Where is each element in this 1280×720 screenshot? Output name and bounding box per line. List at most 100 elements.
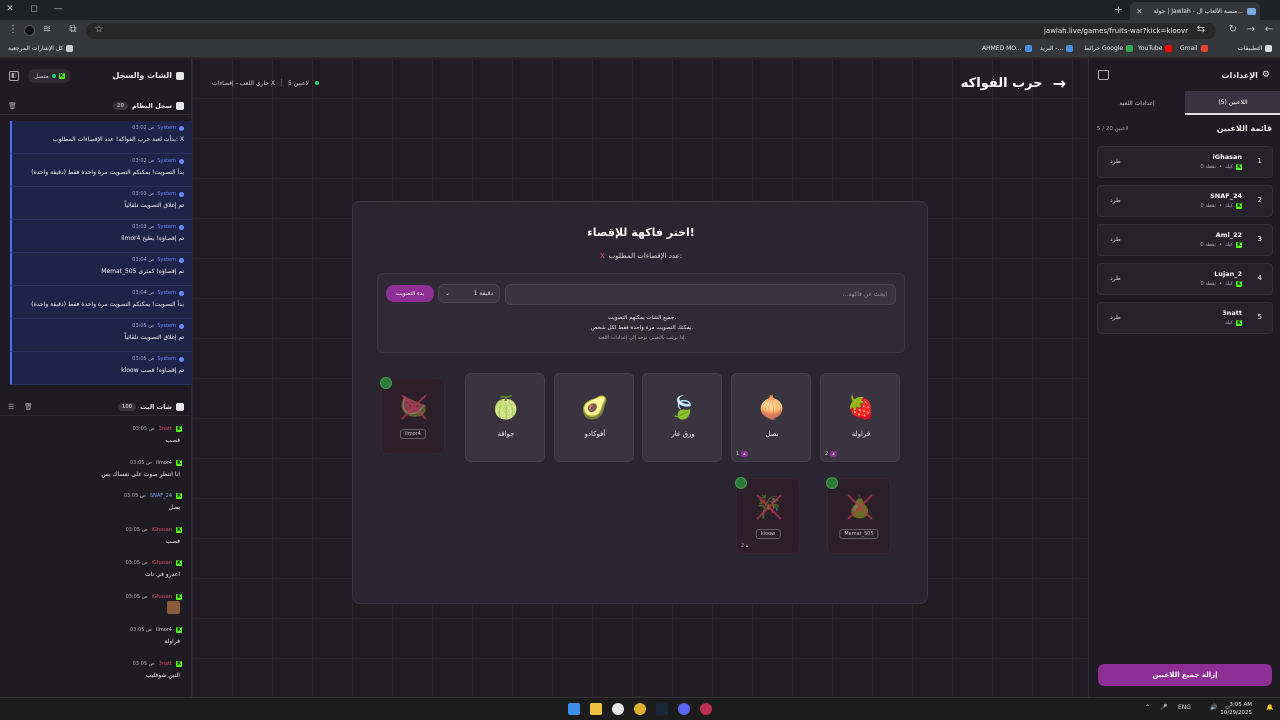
maximize-window-icon[interactable]: ◻ — [28, 4, 40, 14]
forward-icon[interactable]: → — [1244, 24, 1258, 35]
clear-chat-icon[interactable]: 🗑 — [24, 403, 33, 411]
fruit-card[interactable]: 🍈 جوافة — [465, 373, 545, 462]
bookmarks-bar: كل الإشارات المرجعية التطبيقات Gmail You… — [0, 42, 1280, 58]
bookmark-ahmed[interactable]: AHMED MO... — [982, 45, 1032, 52]
log-meta: 03:02 ص System — [132, 125, 184, 131]
fruit-name: ورق غار — [671, 430, 695, 438]
new-tab-button[interactable]: + — [1114, 3, 1123, 16]
settings-title: الإعدادات ⚙ — [1222, 70, 1271, 80]
tab-game-settings[interactable]: إعدادات اللعبة — [1089, 91, 1185, 115]
bookmark-gmail[interactable]: Gmail — [1180, 45, 1208, 52]
log-entry: 03:02 ص System بدأت لعبة حرب الفواكه! عدد … — [10, 121, 192, 154]
steam-icon[interactable] — [656, 703, 668, 715]
tab-favicon-icon — [1247, 7, 1256, 15]
back-arrow-icon[interactable]: → — [1053, 74, 1066, 93]
kick-player-button[interactable]: طرد — [1110, 314, 1121, 321]
collapse-panel-icon[interactable]: ◧ — [9, 71, 19, 81]
microphone-icon[interactable]: 🎤 — [1160, 704, 1167, 711]
kick-logo-icon: K — [1236, 203, 1242, 209]
fruit-card[interactable]: 🍓 فراولة 2 ▴ — [820, 373, 900, 462]
player-rank: 1 — [1257, 157, 1262, 165]
address-bar[interactable]: ☆ jawlah.live/games/fruits-war?kick=kloo… — [86, 23, 1216, 39]
log-author: System — [157, 224, 176, 230]
chat-text: التين شوفليب — [145, 671, 180, 679]
chat-author: iGhasan — [151, 560, 172, 566]
app-icon[interactable] — [700, 703, 712, 715]
bookmark-mail[interactable]: البريد -... — [1040, 45, 1074, 52]
bookmark-star-icon[interactable]: ☆ — [92, 24, 106, 35]
chat-text: فراولة — [164, 638, 180, 645]
all-bookmarks-label: كل الإشارات المرجعية — [8, 45, 64, 52]
players-online-text: 5 لاعبين — [288, 79, 309, 87]
start-vote-button[interactable]: بدء التصويت — [386, 285, 434, 302]
chat-time: 03:05 ص — [130, 627, 153, 633]
tab-players[interactable]: اللاعبين (5) — [1185, 91, 1280, 115]
kick-logo-icon: K — [176, 459, 182, 466]
fruit-card[interactable]: 🍃 ورق غار — [642, 373, 722, 462]
settings-app-icon[interactable] — [612, 703, 624, 715]
kick-player-button[interactable]: طرد — [1110, 158, 1121, 165]
log-meta: 03:05 ص System — [132, 323, 184, 329]
chrome-icon[interactable] — [634, 703, 646, 715]
site-info-icon[interactable]: ⇆ — [1194, 24, 1208, 35]
system-log-list[interactable]: 03:02 ص System بدأت لعبة حرب الفواكه! عدد … — [10, 121, 192, 385]
browser-tab[interactable]: ✕ جولة | Jawlah - منصة الألعاب ال... — [1130, 2, 1260, 20]
language-indicator[interactable]: ENG — [1178, 704, 1191, 711]
close-tab-icon[interactable]: ✕ — [1130, 7, 1143, 16]
chat-message: 03:05 ص iGhasan K اعدرو في نات — [0, 556, 192, 590]
tray-chevron-icon[interactable]: ⌃ — [1145, 704, 1150, 711]
bookmark-maps[interactable]: خرائط Google — [1084, 45, 1134, 52]
log-time: 03:02 ص — [132, 158, 155, 164]
file-explorer-icon[interactable] — [590, 703, 602, 715]
notification-icon[interactable]: 🔔 — [1266, 704, 1273, 711]
stream-chat-list[interactable]: 03:05 ص 3natt K قصب 03:05 ص ilmor4 K انا انتظر… — [0, 422, 192, 697]
clear-log-icon[interactable]: 🗑 — [8, 102, 17, 110]
all-bookmarks-link[interactable]: كل الإشارات المرجعية — [8, 45, 74, 52]
browser-tab-bar: ✕ ◻ — + ✕ جولة | Jawlah - منصة الألعاب ا… — [0, 0, 1280, 20]
duration-value: 1 دقيقة — [473, 290, 493, 297]
chat-filter-icon[interactable]: ☰ — [8, 403, 14, 411]
fruit-card[interactable]: 🧅 بصل 1 ▴ — [731, 373, 811, 462]
profile-avatar[interactable] — [24, 25, 35, 36]
close-window-icon[interactable]: ✕ — [4, 4, 16, 14]
bookmark-apps[interactable]: التطبيقات — [1238, 45, 1273, 52]
chat-author: 3natt — [158, 660, 172, 667]
kick-player-button[interactable]: طرد — [1110, 275, 1121, 282]
connection-status-label: متصل — [34, 72, 49, 80]
log-author: System — [157, 356, 176, 362]
youtube-icon — [1165, 45, 1173, 52]
check-badge-icon — [735, 477, 747, 489]
start-menu-icon[interactable] — [568, 703, 580, 715]
volume-icon[interactable]: 🔊 — [1210, 704, 1217, 711]
kick-player-button[interactable]: طرد — [1110, 197, 1121, 204]
chat-log-panel: ◧ متصل K الشات والسجل 🗑 20 سجل النظام 03… — [0, 58, 192, 697]
clock-date: 10/29/2025 — [1220, 710, 1252, 716]
remove-all-players-button[interactable]: إزالة جميع اللاعبين — [1098, 664, 1272, 686]
game-status-line: جاري اللعب - إقصاءات X 5 لاعبين — [212, 79, 319, 87]
extension-icon[interactable]: ≋ — [40, 24, 54, 35]
bookmark-youtube[interactable]: YouTube — [1138, 45, 1173, 52]
duration-select[interactable]: ⌄ 1 دقيقة — [438, 284, 500, 303]
settings-tabs: اللاعبين (5) إعدادات اللعبة — [1089, 91, 1280, 115]
fruit-search-input[interactable] — [505, 284, 896, 305]
log-entry: 03:04 ص System Memat_505 تم إقصاؤه! كمثرى — [10, 253, 192, 286]
kick-player-button[interactable]: طرد — [1110, 236, 1121, 243]
menu-dots-icon[interactable]: ⋮ — [6, 24, 20, 35]
chat-time: 03:05 ص — [125, 560, 148, 566]
back-icon[interactable]: ← — [1262, 24, 1276, 35]
vote-count-value: 1 — [736, 451, 740, 457]
vote-card: اختر فاكهة للإقصاء! X عدد الإقصاءات المطل… — [352, 201, 928, 604]
minimize-window-icon[interactable]: — — [52, 4, 64, 14]
vote-count: 2 ▴ — [825, 451, 837, 457]
bot-icon — [179, 356, 184, 362]
fruit-card[interactable]: 🥑 أفوكادو — [554, 373, 634, 462]
download-icon[interactable]: ⧉ — [66, 24, 80, 35]
discord-icon[interactable] — [678, 703, 690, 715]
bot-icon — [179, 257, 184, 263]
system-clock[interactable]: 3:05 AM 10/29/2025 — [1220, 701, 1252, 717]
chat-text: قصب — [166, 537, 180, 545]
log-message: ilmor4 تم إقصاؤه! بطيخ — [121, 235, 184, 242]
reload-icon[interactable]: ↻ — [1226, 24, 1240, 35]
online-dot-icon — [314, 81, 319, 85]
collapse-panel-icon[interactable] — [1098, 70, 1109, 80]
